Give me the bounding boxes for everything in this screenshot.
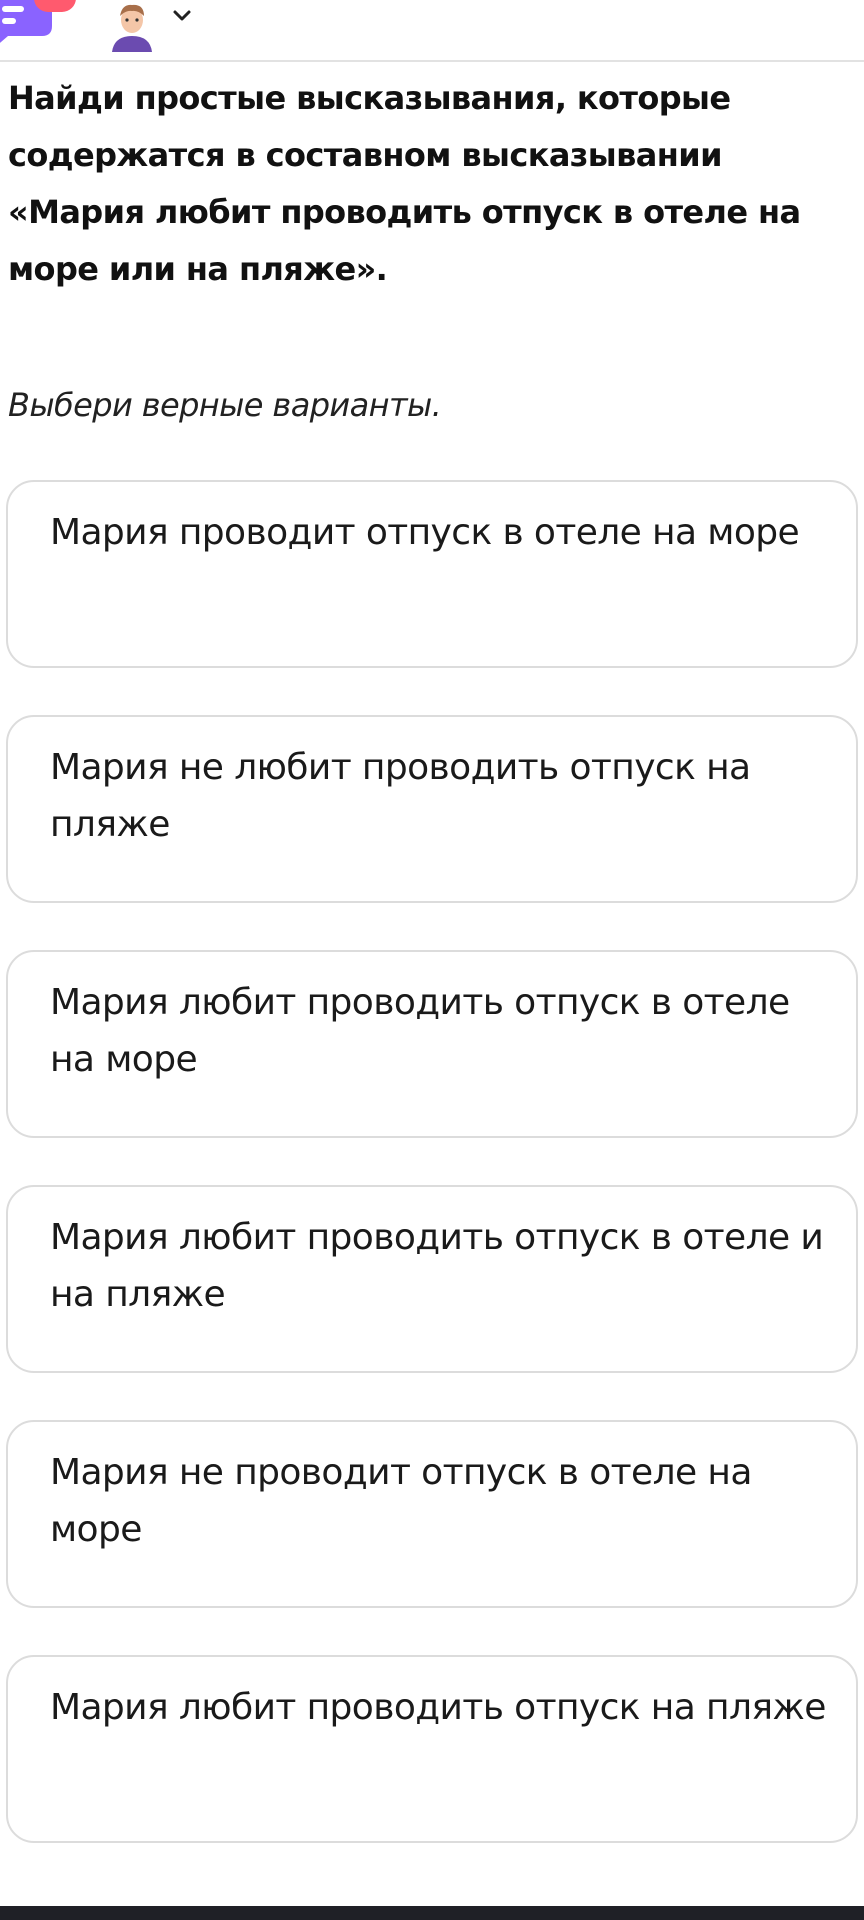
option-label: Мария не проводит отпуск в отеле на море [50, 1452, 752, 1550]
avatar-icon[interactable] [104, 0, 160, 52]
answer-option-2[interactable]: Мария не любит проводить отпуск на пляже [6, 715, 858, 903]
top-bar [0, 0, 864, 62]
option-label: Мария любит проводить отпуск в отеле и н… [50, 1217, 824, 1315]
answer-option-4[interactable]: Мария любит проводить отпуск в отеле и н… [6, 1185, 858, 1373]
answer-option-6[interactable]: Мария любит проводить отпуск на пляже [6, 1655, 858, 1843]
answer-option-3[interactable]: Мария любит проводить отпуск в отеле на … [6, 950, 858, 1138]
option-label: Мария не любит проводить отпуск на пляже [50, 747, 751, 845]
option-label: Мария проводит отпуск в отеле на море [50, 512, 800, 553]
bottom-bar [0, 1906, 864, 1920]
chevron-down-icon[interactable] [171, 6, 193, 26]
option-label: Мария любит проводить отпуск в отеле на … [50, 982, 790, 1080]
instruction-text: Выбери верные варианты. [8, 386, 442, 424]
notification-badge [34, 0, 76, 12]
question-text: Найди простые высказывания, которые соде… [8, 79, 801, 288]
answer-option-1[interactable]: Мария проводит отпуск в отеле на море [6, 480, 858, 668]
option-label: Мария любит проводить отпуск на пляже [50, 1687, 826, 1728]
answer-option-5[interactable]: Мария не проводит отпуск в отеле на море [6, 1420, 858, 1608]
